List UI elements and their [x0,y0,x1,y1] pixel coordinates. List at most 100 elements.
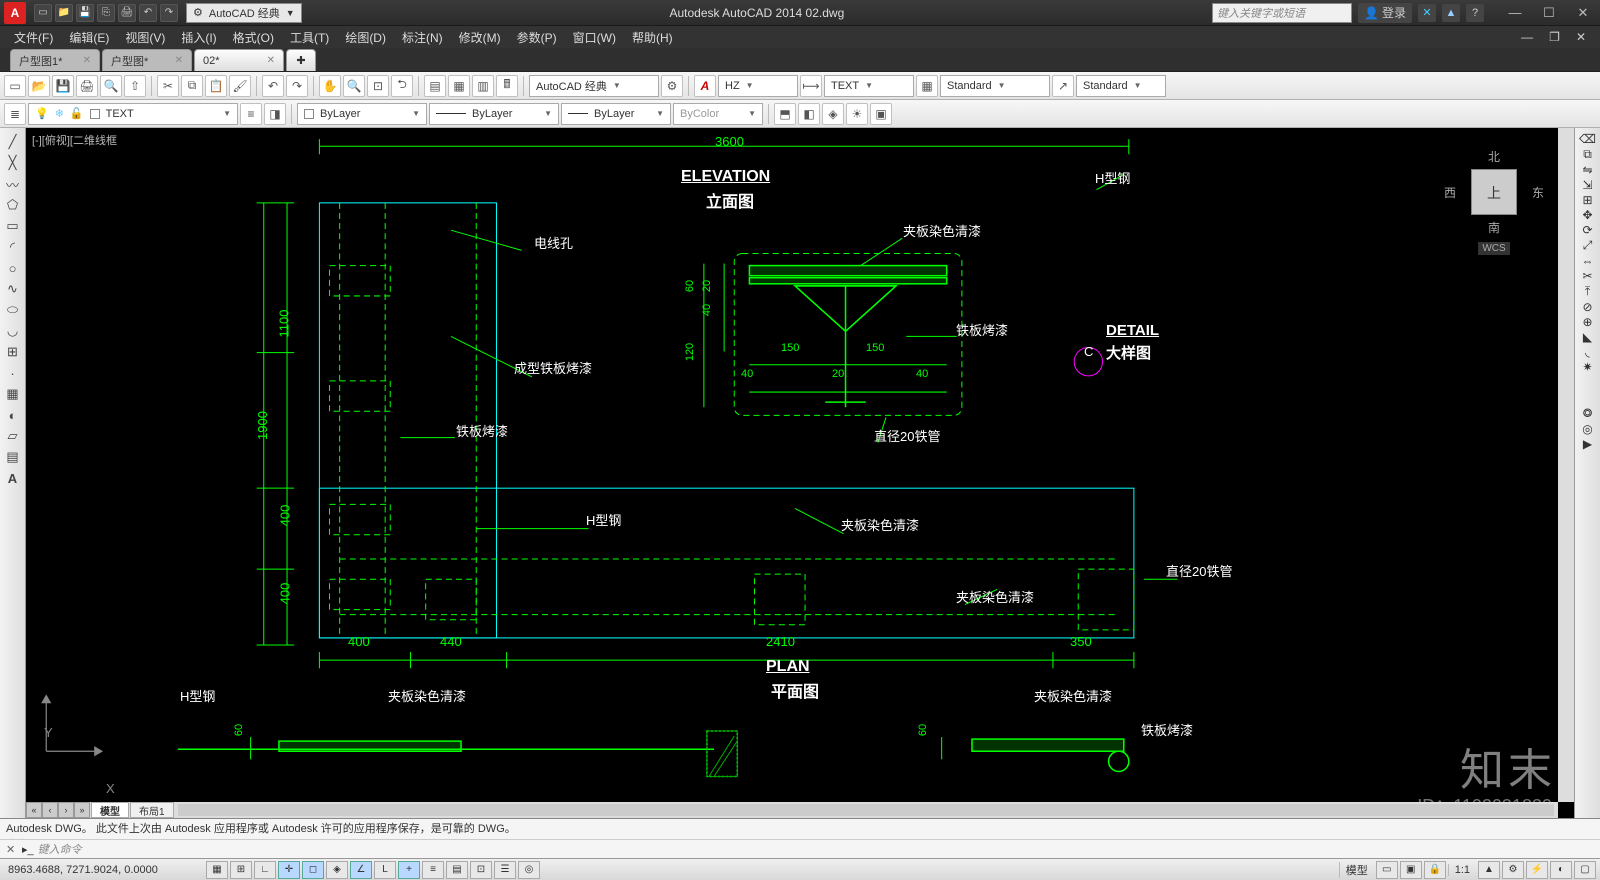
doc-restore-icon[interactable]: ❐ [1543,30,1566,44]
plotstyle-select[interactable]: ByColor▼ [673,103,763,125]
clean-screen-icon[interactable]: ▢ [1574,861,1596,879]
match-icon[interactable]: 🖌 [229,75,251,97]
dimstyle-icon[interactable]: ⟼ [800,75,822,97]
table-style-select[interactable]: Standard▼ [940,75,1050,97]
layer-manager-icon[interactable]: ≣ [4,103,26,125]
exchange-icon[interactable]: ✕ [1418,4,1436,22]
zoom-icon[interactable]: 🔍 [343,75,365,97]
menu-modify[interactable]: 修改(M) [453,27,507,48]
stretch-icon[interactable]: ⇔ [1582,254,1594,268]
color-select[interactable]: ByLayer▼ [297,103,427,125]
zoom-prev-icon[interactable]: ⮌ [391,75,413,97]
text-style-select[interactable]: HZ▼ [718,75,798,97]
osnap-toggle[interactable]: ◻ [302,861,324,879]
preview-icon[interactable]: 🔍 [100,75,122,97]
rectangle-icon[interactable]: ▭ [3,216,23,236]
am-toggle[interactable]: ◎ [518,861,540,879]
arc-icon[interactable]: ◜ [3,237,23,257]
paste-icon[interactable]: 📋 [205,75,227,97]
join-icon[interactable]: ⊕ [1582,315,1592,329]
ducs-toggle[interactable]: L [374,861,396,879]
gradient-icon[interactable]: ◐ [3,405,23,425]
wheel-icon[interactable]: ◎ [1582,422,1592,436]
line-icon[interactable]: ╱ [3,132,23,152]
doc-tab[interactable]: 户型图1*✕ [10,49,100,71]
new-tab-button[interactable]: ✚ [286,49,316,71]
scale-icon[interactable]: ⤢ [1583,238,1593,253]
layer-state-icon[interactable]: ≡ [240,103,262,125]
open-icon[interactable]: 📁 [55,4,73,22]
chamfer-icon[interactable]: ◣ [1583,330,1592,344]
menu-format[interactable]: 格式(O) [227,27,280,48]
last-tab-icon[interactable]: » [74,802,90,818]
block-icon[interactable]: ⊞ [3,342,23,362]
isolate-icon[interactable]: ◐ [1550,861,1572,879]
lineweight-select[interactable]: ByLayer▼ [561,103,671,125]
first-tab-icon[interactable]: « [26,802,42,818]
doc-tab-active[interactable]: 02*✕ [194,49,284,71]
prev-tab-icon[interactable]: ‹ [42,802,58,818]
linetype-select[interactable]: ByLayer▼ [429,103,559,125]
menu-edit[interactable]: 编辑(E) [63,27,115,48]
ws-switch-icon[interactable]: ⚙ [1502,861,1524,879]
redo-icon[interactable]: ↷ [160,4,178,22]
pline-icon[interactable]: 〰 [3,174,23,194]
model-space-toggle[interactable]: 模型 [1339,862,1374,878]
layer-iso-icon[interactable]: ◨ [264,103,286,125]
a360-icon[interactable]: ▲ [1442,4,1460,22]
qp-toggle[interactable]: ⊡ [470,861,492,879]
annotation-scale[interactable]: 1:1 [1448,864,1476,876]
menu-file[interactable]: 文件(F) [8,27,59,48]
spline-icon[interactable]: ∿ [3,279,23,299]
region-icon[interactable]: ▱ [3,426,23,446]
ellipse-arc-icon[interactable]: ◡ [3,321,23,341]
showmotion-icon[interactable]: ▶ [1583,437,1592,451]
help-search-input[interactable]: 键入关键字或短语 [1212,3,1352,23]
publish-icon[interactable]: ⇧ [124,75,146,97]
menu-parametric[interactable]: 参数(P) [511,27,563,48]
trim-icon[interactable]: ✂ [1582,269,1592,283]
calc-icon[interactable]: 🖩 [496,75,518,97]
open-icon[interactable]: 📂 [28,75,50,97]
zoom-window-icon[interactable]: ⊡ [367,75,389,97]
cut-icon[interactable]: ✂ [157,75,179,97]
lwt-toggle[interactable]: ≡ [422,861,444,879]
menu-dimension[interactable]: 标注(N) [396,27,449,48]
xline-icon[interactable]: ╳ [3,153,23,173]
tool-palette-icon[interactable]: ▥ [472,75,494,97]
new-icon[interactable]: ▭ [34,4,52,22]
menu-tools[interactable]: 工具(T) [284,27,335,48]
tablestyle-icon[interactable]: ▦ [916,75,938,97]
properties-icon[interactable]: ▤ [424,75,446,97]
copy-icon[interactable]: ⧉ [181,75,203,97]
workspace-dropdown[interactable]: ⚙ AutoCAD 经典 ▼ [186,3,302,23]
polygon-icon[interactable]: ⬠ [3,195,23,215]
undo-icon[interactable]: ↶ [262,75,284,97]
menu-view[interactable]: 视图(V) [119,27,171,48]
close-button[interactable]: ✕ [1566,2,1600,24]
menu-insert[interactable]: 插入(I) [175,27,222,48]
save-icon[interactable]: 💾 [76,4,94,22]
pan-icon[interactable]: ✋ [319,75,341,97]
3dosnap-toggle[interactable]: ◈ [326,861,348,879]
hatch-icon[interactable]: ▦ [3,384,23,404]
doc-tab[interactable]: 户型图*✕ [102,49,192,71]
layout-tab-1[interactable]: 布局1 [130,802,174,818]
maximize-button[interactable]: ☐ [1532,2,1566,24]
cmd-close-icon[interactable]: ✕ [6,843,18,856]
new-icon[interactable]: ▭ [4,75,26,97]
hardware-accel-icon[interactable]: ⚡ [1526,861,1548,879]
snap-toggle[interactable]: ▦ [206,861,228,879]
polar-toggle[interactable]: ✛ [278,861,300,879]
dyn-toggle[interactable]: + [398,861,420,879]
next-tab-icon[interactable]: › [58,802,74,818]
offset-icon[interactable]: ⇲ [1582,178,1592,192]
grid-toggle[interactable]: ⊞ [230,861,252,879]
table-icon[interactable]: ▤ [3,447,23,467]
ortho-toggle[interactable]: ∟ [254,861,276,879]
plot-icon[interactable]: 🖨 [76,75,98,97]
redo-icon[interactable]: ↷ [286,75,308,97]
sheet-icon[interactable]: ▦ [448,75,470,97]
3dorbit-icon[interactable]: ⭗ [1583,406,1593,421]
extend-icon[interactable]: ⤒ [1585,284,1590,299]
